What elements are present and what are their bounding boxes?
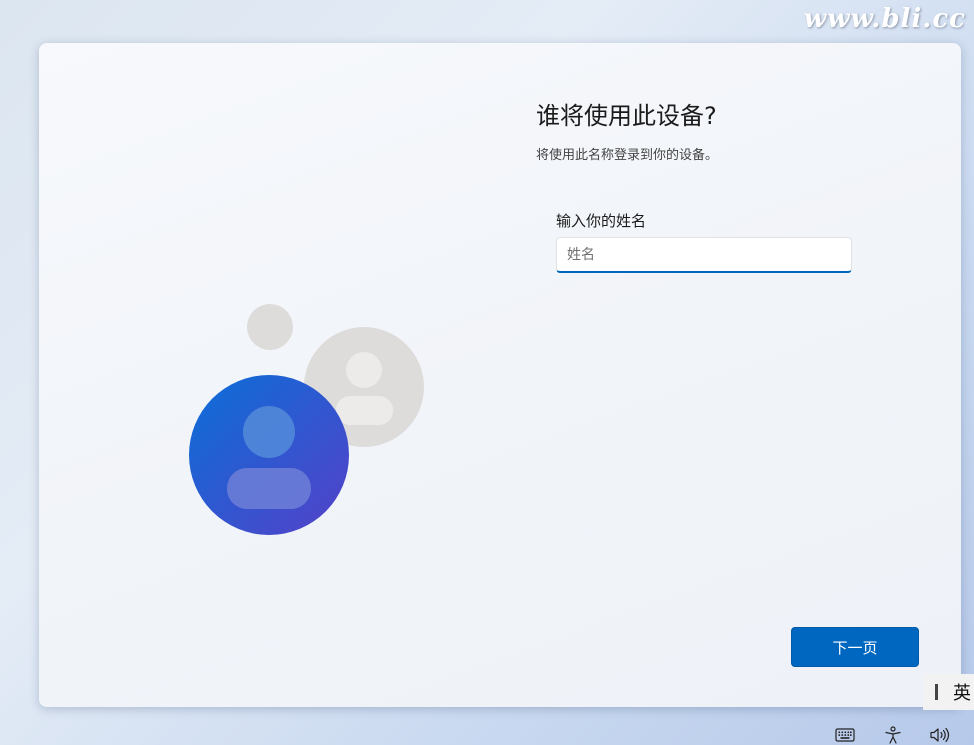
name-field-label: 输入你的姓名 [556,212,647,230]
next-button[interactable]: 下一页 [791,627,919,667]
setup-card: 谁将使用此设备? 将使用此名称登录到你的设备。 输入你的姓名 下一页 [39,43,961,707]
volume-icon[interactable] [929,726,951,744]
ime-mode-label: 英 [953,683,971,704]
ime-indicator[interactable]: 英 [923,674,974,710]
users-illustration-icon [189,304,424,535]
keyboard-icon[interactable] [834,726,856,744]
page-subtitle: 将使用此名称登录到你的设备。 [536,148,719,163]
name-input[interactable] [556,237,852,273]
page-title: 谁将使用此设备? [536,102,717,130]
text-cursor-icon [935,684,938,700]
watermark: www.bli.cc [803,4,966,34]
accessibility-icon[interactable] [882,726,904,744]
